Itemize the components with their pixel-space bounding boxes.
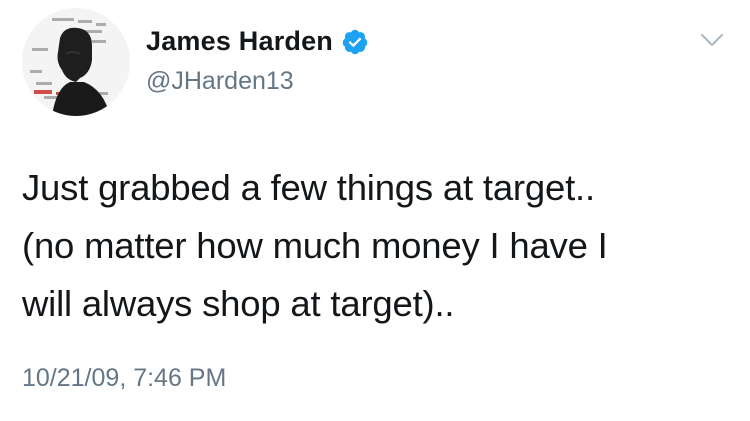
user-handle[interactable]: @JHarden13 [146,67,294,96]
display-name[interactable]: James Harden [146,26,333,57]
verified-badge-icon [342,29,368,54]
avatar-image [22,8,130,116]
tweet-text-line: (no matter how much money I have I [22,225,608,266]
tweet-text-line: Just grabbed a few things at target.. [22,167,595,208]
tweet-text-line: will always shop at target).. [22,283,455,324]
tweet-card: James Harden @JHarden13 Just grabbed a f… [0,0,750,421]
avatar[interactable] [22,8,130,116]
chevron-down-icon[interactable] [700,30,724,50]
tweet-text: Just grabbed a few things at target.. (n… [22,159,722,333]
author-name-row: James Harden [146,26,369,57]
tweet-timestamp[interactable]: 10/21/09, 7:46 PM [22,364,226,393]
